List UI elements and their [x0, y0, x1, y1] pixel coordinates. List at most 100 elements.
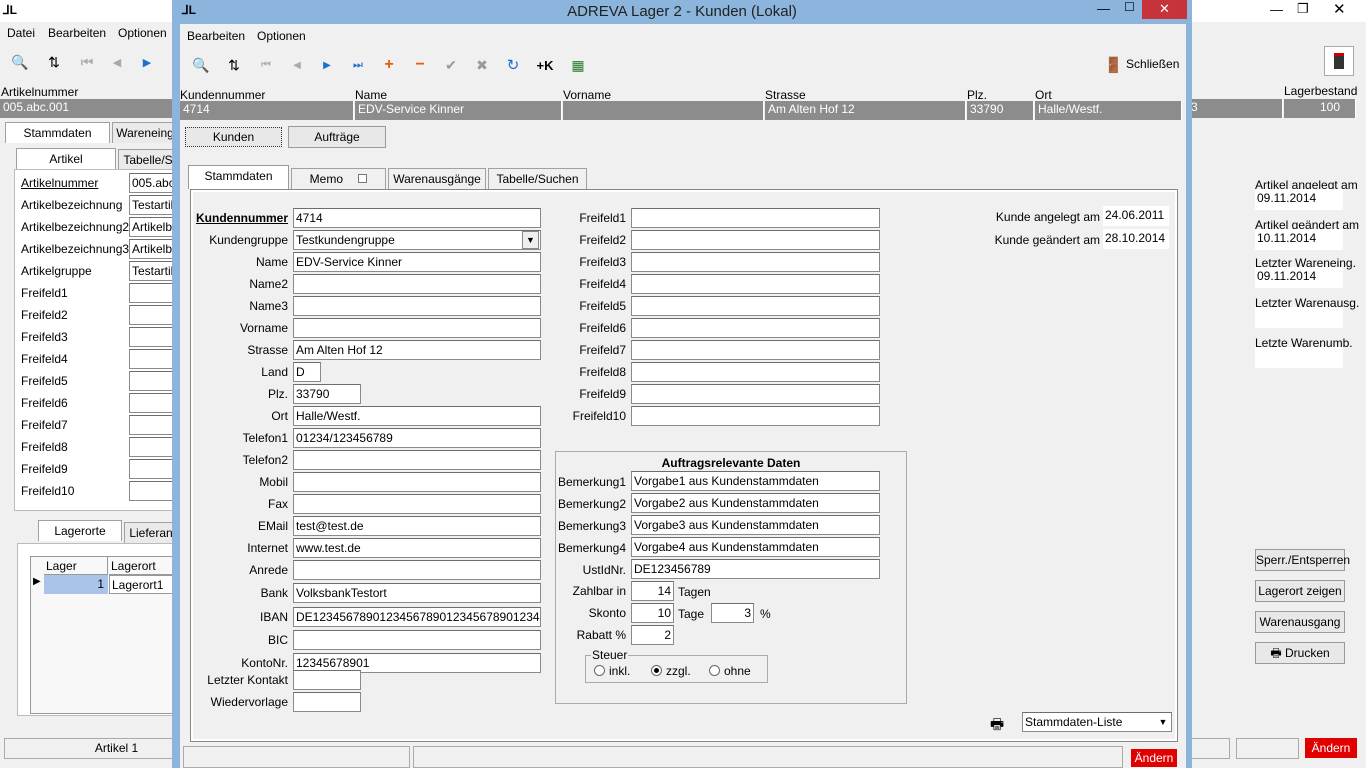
hdr-col-value[interactable]: Halle/Westf. [1035, 101, 1182, 120]
bg-field-input[interactable] [129, 415, 178, 435]
report-select[interactable]: Stammdaten-Liste [1022, 712, 1172, 732]
search-icon[interactable]: 🔍 [9, 51, 31, 73]
bg-field-input[interactable]: Testartik [129, 261, 178, 281]
field-input-22[interactable] [293, 692, 361, 712]
field-input-19[interactable] [293, 629, 541, 650]
field-input-10[interactable]: 01234/123456789 [293, 428, 541, 448]
field-input-7[interactable]: D [293, 362, 321, 382]
bg-minimize-icon[interactable]: — [1270, 2, 1283, 17]
close-icon[interactable]: ✕ [1142, 0, 1187, 19]
print-icon[interactable]: 🖶 [990, 714, 1004, 739]
freifeld-input[interactable] [631, 406, 880, 426]
prev-record-icon[interactable]: ◀ [286, 54, 308, 76]
drucken-button[interactable]: 🖶 Drucken [1255, 642, 1345, 664]
maximize-icon[interactable]: ☐ [1124, 0, 1135, 14]
auftrag-input[interactable]: Vorgabe1 aus Kundenstammdaten [631, 471, 880, 491]
next-record-icon[interactable]: ▶ [316, 54, 338, 76]
field-input-12[interactable] [293, 472, 541, 492]
first-record-icon[interactable]: ⏮ [76, 51, 98, 73]
freifeld-input[interactable] [631, 362, 880, 382]
bg-tab-lagerorte[interactable]: Lagerorte [38, 520, 122, 541]
grid-cell-lager[interactable]: 1 [44, 575, 108, 594]
auftrag-input[interactable]: Vorgabe4 aus Kundenstammdaten [631, 537, 880, 557]
bg-maximize-icon[interactable]: ❐ [1297, 1, 1309, 17]
grid-cell-lagerort[interactable]: Lagerort1 [109, 575, 178, 594]
search-icon[interactable]: 🔍 [190, 54, 212, 76]
hdr-col-value[interactable] [563, 101, 764, 120]
report-dropdown-icon[interactable]: ▼ [1156, 714, 1170, 730]
memo-checkbox[interactable] [358, 174, 368, 183]
lagerort-zeigen-button[interactable]: Lagerort zeigen [1255, 580, 1345, 602]
field-input-14[interactable]: test@test.de [293, 516, 541, 536]
bg-field-input[interactable] [129, 305, 178, 325]
hdr-col-value[interactable]: 33790 [967, 101, 1034, 120]
field-input-4[interactable] [293, 296, 541, 316]
bg-val-fragment[interactable]: 3 [1188, 99, 1283, 118]
bg-subtab-tabelle[interactable]: Tabelle/S [118, 149, 178, 170]
bg-menu-bearbeiten[interactable]: Bearbeiten [48, 26, 106, 40]
bg-field-input[interactable] [129, 283, 178, 303]
bg-menu-datei[interactable]: Datei [7, 26, 35, 40]
bg-field-input[interactable] [129, 459, 178, 479]
field-input-11[interactable] [293, 450, 541, 470]
steuer-radio-2[interactable]: ohne [709, 664, 751, 678]
auftrag-input[interactable]: Vorgabe2 aus Kundenstammdaten [631, 493, 880, 513]
bg-field-input[interactable] [129, 481, 178, 501]
sperr-button[interactable]: Sperr./Entsperren [1255, 549, 1350, 571]
freifeld-input[interactable] [631, 340, 880, 360]
bg-field-input[interactable]: Artikelbe [129, 239, 178, 259]
field-input-9[interactable]: Halle/Westf. [293, 406, 541, 426]
auftraege-button[interactable]: Aufträge [288, 126, 386, 148]
field-input-17[interactable]: VolksbankTestort [293, 583, 541, 604]
bg-field-input[interactable] [129, 327, 178, 347]
confirm-icon[interactable]: ✔ [440, 54, 462, 76]
menu-optionen[interactable]: Optionen [257, 29, 306, 43]
zahlbar-input[interactable]: 14 [631, 581, 674, 601]
field-input-13[interactable] [293, 494, 541, 514]
prev-record-icon[interactable]: ◀ [106, 51, 128, 73]
field-input-3[interactable] [293, 274, 541, 294]
field-input-5[interactable] [293, 318, 541, 338]
bg-val-lagerbestand[interactable]: 100 [1284, 99, 1356, 118]
bg-field-input[interactable] [129, 349, 178, 369]
bg-field-input[interactable]: Artikelbe [129, 217, 178, 237]
auftrag-input[interactable]: DE123456789 [631, 559, 880, 579]
kundengruppe-dropdown-icon[interactable]: ▼ [522, 231, 539, 249]
hdr-col-value[interactable]: EDV-Service Kinner [355, 101, 562, 120]
field-input-21[interactable] [293, 670, 361, 690]
next-record-icon[interactable]: ▶ [136, 51, 158, 73]
bg-close-icon[interactable]: ✕ [1333, 0, 1346, 18]
first-record-icon[interactable]: ⏮ [255, 54, 277, 76]
skonto-input[interactable]: 10 [631, 603, 674, 623]
steuer-radio-0[interactable]: inkl. [594, 664, 630, 678]
bg-field-input[interactable] [129, 371, 178, 391]
field-input-18[interactable]: DE12345678901234567890123456789012345678… [293, 606, 541, 627]
bg-tab-lieferan[interactable]: Lieferan [124, 522, 178, 543]
copy-k-icon[interactable]: +K [534, 54, 556, 76]
field-input-2[interactable]: EDV-Service Kinner [293, 252, 541, 272]
freifeld-input[interactable] [631, 208, 880, 228]
freifeld-input[interactable] [631, 384, 880, 404]
menu-bearbeiten[interactable]: Bearbeiten [187, 29, 245, 43]
freifeld-input[interactable] [631, 318, 880, 338]
bg-val-artikelnummer[interactable]: 005.abc.001 [0, 99, 175, 118]
field-input-1[interactable]: Testkundengruppe [293, 230, 541, 250]
delete-record-icon[interactable]: − [409, 54, 431, 76]
bg-subtab-artikel[interactable]: Artikel [16, 148, 116, 169]
freifeld-input[interactable] [631, 274, 880, 294]
steuer-radio-1[interactable]: zzgl. [651, 664, 691, 678]
tab-tabelle-suchen[interactable]: Tabelle/Suchen [488, 168, 587, 189]
bg-menu-optionen[interactable]: Optionen [118, 26, 167, 40]
bg-field-input[interactable]: Testartik [129, 195, 178, 215]
tab-memo[interactable]: Memo [291, 168, 386, 189]
grid-col-lager[interactable]: Lager [44, 557, 108, 575]
hdr-col-value[interactable]: 4714 [180, 101, 354, 120]
rabatt-input[interactable]: 2 [631, 625, 674, 645]
minimize-icon[interactable]: — [1097, 1, 1110, 16]
hdr-col-value[interactable]: Am Alten Hof 12 [765, 101, 966, 120]
field-input-6[interactable]: Am Alten Hof 12 [293, 340, 541, 360]
tab-warenausgaenge[interactable]: Warenausgänge [388, 168, 486, 189]
freifeld-input[interactable] [631, 296, 880, 316]
last-record-icon[interactable]: ⏭ [347, 54, 369, 76]
freifeld-input[interactable] [631, 252, 880, 272]
